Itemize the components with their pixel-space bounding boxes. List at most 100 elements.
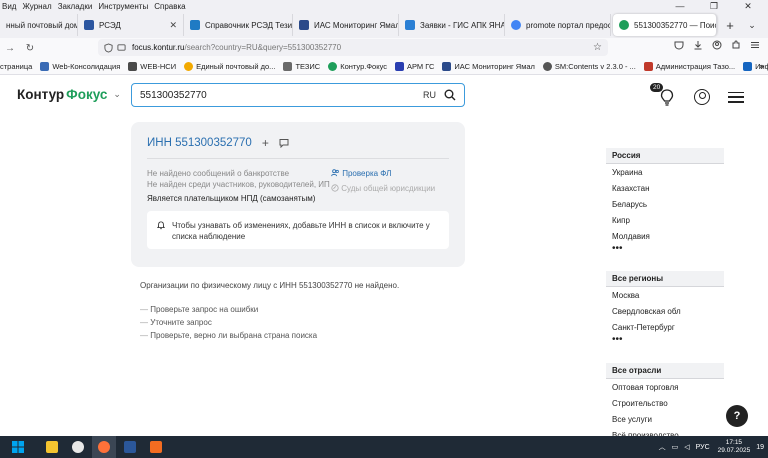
filter-regions: Все регионы Москва Свердловская обл Санк… [606, 271, 724, 345]
url-path: /search?country=RU&query=551300352770 [184, 43, 342, 52]
pocket-icon[interactable] [669, 40, 688, 52]
filter-item[interactable]: Кипр [606, 212, 724, 228]
tray-chevron-icon[interactable]: ︿ [659, 442, 666, 452]
bookmark-item[interactable]: Контур.Фокус [328, 61, 387, 71]
bookmark-item[interactable]: SM:Contents v 2.3.0 - ... [542, 61, 636, 71]
help-button[interactable]: ? [726, 405, 748, 427]
notification-badge[interactable]: 19 [756, 444, 764, 451]
search-icon[interactable] [444, 89, 456, 101]
bookmark-item[interactable]: Единый почтовый до... [184, 61, 275, 71]
gavel-icon [331, 184, 339, 192]
filter-item[interactable]: Свердловская обл [606, 303, 724, 319]
bookmark-item[interactable]: ТЕЗИС [283, 61, 320, 71]
tab-promote[interactable]: promote портал предоста [505, 14, 611, 36]
navigation-bar: → ↻ focus.kontur.ru /search?country=RU&q… [0, 38, 768, 58]
tip-item: Уточните запрос [140, 318, 317, 327]
bookmark-star-icon[interactable]: ☆ [593, 42, 602, 53]
tab-kontur-search[interactable]: 551300352770 — Поиск ✕ [613, 14, 717, 36]
tray-volume-icon[interactable]: ◁ [684, 443, 689, 451]
comment-icon[interactable] [279, 138, 289, 148]
user-avatar-icon[interactable] [694, 89, 710, 105]
filter-item[interactable]: Казахстан [606, 180, 724, 196]
kontur-focus-logo[interactable]: Контур Фокус ⌄ [17, 87, 121, 102]
reload-button[interactable]: ↻ [20, 43, 40, 54]
filter-item[interactable]: Молдавия [606, 228, 724, 244]
country-selector[interactable]: RU [423, 90, 436, 100]
bookmark-label: SM:Contents v 2.3.0 - ... [554, 61, 636, 71]
bookmark-item[interactable]: WEB-НСИ [128, 61, 176, 71]
add-to-list-button[interactable]: + [262, 136, 269, 150]
close-window-button[interactable]: ✕ [734, 0, 762, 12]
filter-item[interactable]: Строительство [606, 395, 724, 411]
filter-item[interactable]: Всё производство [606, 427, 724, 437]
courts-link[interactable]: Суды общей юрисдикции [331, 183, 435, 194]
filter-item[interactable]: Москва [606, 287, 724, 303]
tab-rsed[interactable]: РСЭД ✕ [78, 14, 184, 36]
tab-gis-apk[interactable]: Заявки - ГИС АПК ЯНАО ✕ [399, 14, 505, 36]
system-tray: ︿ ▭ ◁ РУС 17:15 29.07.2025 19 [653, 436, 764, 458]
word-icon[interactable] [118, 436, 142, 458]
bookmark-item[interactable]: Информационный м... [743, 61, 768, 71]
xmind-icon[interactable] [144, 436, 168, 458]
tab-tezis[interactable]: Справочник РСЭД Тезис ✕ [184, 14, 293, 36]
check-person-link[interactable]: Проверка ФЛ [331, 168, 435, 179]
menu-history[interactable]: Журнал [22, 2, 51, 11]
filter-head[interactable]: Все отрасли [606, 363, 724, 379]
page-info-icon [117, 44, 126, 51]
yandex-browser-icon[interactable] [66, 436, 90, 458]
filter-item[interactable]: Санкт-Петербург [606, 319, 724, 335]
filter-more-button[interactable]: ••• [606, 244, 724, 254]
menu-bookmarks[interactable]: Закладки [58, 2, 93, 11]
forward-button[interactable]: → [0, 43, 20, 54]
keyboard-language[interactable]: РУС [696, 444, 710, 451]
filter-head[interactable]: Все регионы [606, 271, 724, 287]
header-actions: 20 [650, 83, 744, 107]
file-explorer-icon[interactable] [40, 436, 64, 458]
bookmark-item[interactable]: страница [0, 62, 32, 71]
notifications-button[interactable]: 20 [650, 83, 676, 107]
filter-more-button[interactable]: ••• [606, 335, 724, 345]
courts-label: Суды общей юрисдикции [341, 184, 436, 193]
account-icon[interactable] [707, 40, 726, 52]
menu-help[interactable]: Справка [154, 2, 185, 11]
notice-text: Чтобы узнавать об изменениях, добавьте И… [172, 221, 430, 241]
menu-bar: Вид Журнал Закладки Инструменты Справка … [0, 0, 768, 12]
filter-item[interactable]: Все услуги [606, 411, 724, 427]
new-tab-button[interactable]: + [719, 18, 741, 33]
menu-tools[interactable]: Инструменты [98, 2, 148, 11]
tab-ias[interactable]: ИАС Мониторинг Ямал ✕ [293, 14, 399, 36]
firefox-icon[interactable] [92, 436, 116, 458]
maximize-button[interactable]: ❐ [700, 0, 728, 12]
clock[interactable]: 17:15 29.07.2025 [718, 439, 751, 455]
download-icon[interactable] [688, 40, 707, 52]
divider [147, 158, 449, 159]
not-found-message: Организации по физическому лицу с ИНН 55… [140, 281, 400, 290]
close-icon[interactable]: ✕ [163, 20, 177, 31]
filter-item[interactable]: Украина [606, 164, 724, 180]
filter-item[interactable]: Беларусь [606, 196, 724, 212]
hamburger-menu-icon[interactable] [728, 91, 744, 103]
filter-item[interactable]: Оптовая торговля [606, 379, 724, 395]
administration-icon [643, 61, 653, 71]
tab-label: нный почтовый домен [6, 20, 77, 30]
menu-icon[interactable] [745, 40, 764, 52]
tray-network-icon[interactable]: ▭ [672, 443, 679, 451]
menu-view[interactable]: Вид [2, 2, 16, 11]
bookmark-item[interactable]: АРМ ГС [394, 61, 434, 71]
tab-list-button[interactable]: ⌄ [741, 20, 763, 31]
extensions-icon[interactable] [726, 40, 745, 52]
search-input[interactable] [140, 89, 423, 101]
chevron-down-icon[interactable]: ⌄ [113, 89, 121, 100]
bookmark-label: Web-Консолидация [52, 61, 121, 71]
filter-head[interactable]: Россия [606, 148, 724, 164]
windows-start-icon[interactable] [6, 436, 30, 458]
bookmark-item[interactable]: Администрация Тазо... [643, 61, 735, 71]
tab-mail-domain[interactable]: нный почтовый домен ✕ [0, 14, 78, 36]
inn-link[interactable]: ИНН 551300352770 [147, 137, 252, 149]
bookmark-item[interactable]: ИАС Мониторинг Ямал [442, 61, 535, 71]
url-bar[interactable]: focus.kontur.ru /search?country=RU&query… [98, 39, 608, 56]
inn-row: ИНН 551300352770 + [147, 136, 289, 150]
minimize-button[interactable]: — [666, 0, 694, 12]
bookmark-item[interactable]: Web-Консолидация [40, 61, 121, 71]
bookmarks-more-button[interactable]: » [759, 61, 764, 71]
